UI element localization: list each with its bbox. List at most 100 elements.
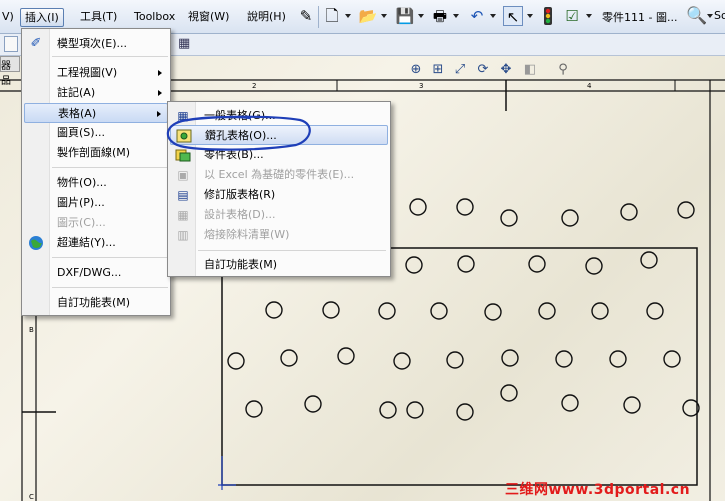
zoom-area-icon[interactable]: ⊞ <box>430 62 446 78</box>
hole-circle[interactable] <box>528 255 546 273</box>
menu-window[interactable]: 視窗(W) <box>184 8 233 27</box>
hole-circle[interactable] <box>585 257 603 275</box>
menu-item-annotations[interactable]: 註記(A) <box>24 83 168 103</box>
hole-circle[interactable] <box>677 201 695 219</box>
hole-circle[interactable] <box>501 349 519 367</box>
pan-icon[interactable]: ✥ <box>498 62 514 78</box>
menu-separator <box>52 287 168 288</box>
submenu-item-general-table[interactable]: ▦ 一般表格(G)... <box>170 106 388 126</box>
rotate-view-icon[interactable]: ⟳ <box>475 62 491 78</box>
options-checklist-icon[interactable]: ☑ <box>562 6 582 26</box>
submenu-item-bom[interactable]: 零件表(B)... <box>170 145 388 165</box>
model-items-icon: ✐ <box>30 36 42 51</box>
hole-circle[interactable] <box>640 251 658 269</box>
menu-item-drawing-view[interactable]: 工程視圖(V) <box>24 63 168 83</box>
left-panel-tab[interactable]: 器品 <box>0 56 20 87</box>
hole-circle[interactable] <box>265 301 283 319</box>
menu-item-object[interactable]: 物件(O)... <box>24 173 168 193</box>
hole-circle[interactable] <box>406 401 424 419</box>
hole-circle[interactable] <box>620 203 638 221</box>
zone-label-c: C <box>29 493 34 501</box>
view-settings-icon[interactable]: ⚲ <box>555 62 571 78</box>
menu-insert[interactable]: 插入(I) <box>20 8 64 27</box>
hole-circle[interactable] <box>623 396 641 414</box>
zone-label-3: 3 <box>419 82 423 90</box>
hole-circle[interactable] <box>591 302 609 320</box>
hole-circle[interactable] <box>446 351 464 369</box>
menu-item-model-items[interactable]: ✐ 模型項次(E)... <box>24 34 168 54</box>
undo-dropdown-arrow[interactable] <box>490 14 496 18</box>
hole-circle[interactable] <box>393 352 411 370</box>
hole-circle[interactable] <box>304 395 322 413</box>
select-pointer-icon[interactable]: ↖ <box>503 6 523 26</box>
print-dropdown-arrow[interactable] <box>453 14 459 18</box>
menu-toolbox[interactable]: Toolbox <box>130 8 179 27</box>
hole-circle[interactable] <box>500 384 518 402</box>
submenu-item-revision-table[interactable]: ▤ 修訂版表格(R) <box>170 185 388 205</box>
traffic-light-rebuild-icon[interactable] <box>538 6 558 26</box>
hole-circle[interactable] <box>322 301 340 319</box>
submenu-item-customize-menu[interactable]: 自訂功能表(M) <box>170 255 388 275</box>
pin-icon[interactable]: ✎ <box>296 6 316 26</box>
watermark-text: 三维网www.3dportal.cn <box>505 482 691 498</box>
menu-item-dxf-dwg[interactable]: DXF/DWG... <box>24 263 168 283</box>
hole-circle[interactable] <box>609 350 627 368</box>
hole-circle[interactable] <box>646 302 664 320</box>
hole-circle[interactable] <box>561 394 579 412</box>
menu-view-partial[interactable]: V) <box>0 8 18 27</box>
menu-item-customize-menu[interactable]: 自訂功能表(M) <box>24 293 168 313</box>
display-style-icon[interactable]: ◧ <box>522 62 538 78</box>
menu-item-label: DXF/DWG... <box>57 266 122 279</box>
hole-circle[interactable] <box>538 302 556 320</box>
hole-circle[interactable] <box>456 198 474 216</box>
hole-circle[interactable] <box>430 302 448 320</box>
options-dropdown-arrow[interactable] <box>586 14 592 18</box>
menu-item-label: 圖片(P)... <box>57 196 105 209</box>
search-dropdown-arrow[interactable] <box>707 14 713 18</box>
menu-separator <box>198 250 386 251</box>
zoom-fit-icon[interactable]: ⊕ <box>408 62 424 78</box>
table-view-icon[interactable]: ▦ <box>178 36 190 51</box>
hole-circle[interactable] <box>484 303 502 321</box>
hole-circle[interactable] <box>379 401 397 419</box>
new-dropdown-arrow[interactable] <box>345 14 351 18</box>
hole-circle[interactable] <box>555 350 573 368</box>
hole-circle[interactable] <box>337 347 355 365</box>
hole-circle[interactable] <box>280 349 298 367</box>
select-dropdown-arrow[interactable] <box>527 14 533 18</box>
menu-help[interactable]: 說明(H) <box>243 8 290 27</box>
zoom-in-out-icon[interactable]: ⤢ <box>452 62 468 78</box>
print-icon[interactable]: 🖶 <box>430 6 450 26</box>
open-folder-icon[interactable]: 📂 <box>358 6 378 26</box>
menu-item-picture[interactable]: 圖片(P)... <box>24 193 168 213</box>
save-dropdown-arrow[interactable] <box>418 14 424 18</box>
menu-item-label: 圖示(C)... <box>57 216 106 229</box>
hole-circle[interactable] <box>227 352 245 370</box>
save-icon[interactable]: 💾 <box>395 6 415 26</box>
new-document-icon[interactable]: 🗋 <box>322 6 342 26</box>
hole-circle[interactable] <box>378 302 396 320</box>
submenu-item-hole-table[interactable]: 鑽孔表格(O)... <box>170 125 388 145</box>
open-dropdown-arrow[interactable] <box>381 14 387 18</box>
hole-circle[interactable] <box>409 198 427 216</box>
menu-item-label: 自訂功能表(M) <box>204 258 278 271</box>
hole-circle[interactable] <box>561 209 579 227</box>
hole-circle[interactable] <box>457 255 475 273</box>
zone-label-b: B <box>29 326 34 334</box>
submenu-item-design-table: ▦ 設計表格(D)... <box>170 205 388 225</box>
search-input[interactable]: So <box>714 9 725 22</box>
hole-circle[interactable] <box>456 403 474 421</box>
hole-circle[interactable] <box>405 256 423 274</box>
undo-icon[interactable]: ↶ <box>467 6 487 26</box>
hole-circle[interactable] <box>663 350 681 368</box>
menu-item-sheet[interactable]: 圖頁(S)... <box>24 123 168 143</box>
menu-item-hyperlink[interactable]: 超連結(Y)... <box>24 233 168 253</box>
excel-bom-icon: ▣ <box>177 168 189 182</box>
menu-item-tables[interactable]: 表格(A) <box>24 103 168 123</box>
weldment-cutlist-icon: ▥ <box>177 228 189 242</box>
hole-circle[interactable] <box>500 209 518 227</box>
menu-tools[interactable]: 工具(T) <box>76 8 121 27</box>
search-icon[interactable]: 🔍 <box>686 6 707 26</box>
hole-circle[interactable] <box>245 400 263 418</box>
menu-item-hatch[interactable]: 製作剖面線(M) <box>24 143 168 163</box>
